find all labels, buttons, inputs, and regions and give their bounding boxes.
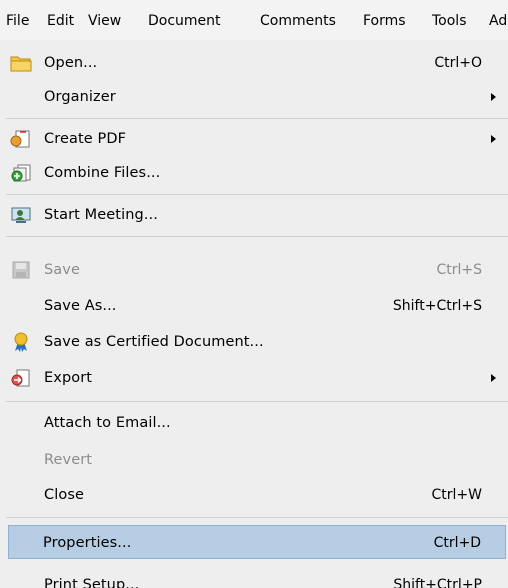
menu-file[interactable]: File [6,11,29,31]
menu-item-create-pdf[interactable]: Create PDF [6,122,508,156]
menu-item-label: Save As... [44,298,117,314]
menu-item-label: Properties... [43,535,132,551]
menu-item-attach-email[interactable]: Attach to Email... [6,406,508,440]
menu-separator [6,401,508,402]
menu-separator [6,194,508,195]
menu-edit[interactable]: Edit [47,11,74,31]
menu-item-close[interactable]: Close Ctrl+W [6,478,508,512]
submenu-arrow-icon [491,374,496,382]
submenu-arrow-icon [491,135,496,143]
menu-item-label: Combine Files... [44,165,161,181]
menu-item-shortcut: Ctrl+W [431,487,482,503]
menu-item-label: Save [44,262,80,278]
menu-item-save-as[interactable]: Save As... Shift+Ctrl+S [6,289,508,323]
menu-item-shortcut: Ctrl+O [434,55,482,71]
create-pdf-icon [10,129,32,149]
menu-item-label: Attach to Email... [44,415,171,431]
menu-item-label: Close [44,487,84,503]
menu-item-label: Organizer [44,89,116,105]
menu-item-open[interactable]: Open... Ctrl+O [6,46,508,80]
menu-item-print-setup[interactable]: Print Setup... Shift+Ctrl+P [6,568,508,588]
menu-item-label: Export [44,370,93,386]
menu-item-shortcut: Shift+Ctrl+S [392,298,482,314]
file-menu-dropdown: Open... Ctrl+O Organizer Create PDF Comb… [0,40,508,588]
save-disk-icon [10,260,32,280]
meeting-icon [10,205,32,225]
menu-item-label: Start Meeting... [44,207,158,223]
menu-item-label: Open... [44,55,98,71]
menu-item-revert[interactable]: Revert [6,443,508,477]
menu-item-organizer[interactable]: Organizer [6,80,508,114]
menu-item-combine-files[interactable]: Combine Files... [6,156,508,190]
menu-item-shortcut: Ctrl+S [436,262,482,278]
menu-item-label: Print Setup... [44,577,140,588]
menu-item-start-meeting[interactable]: Start Meeting... [6,198,508,232]
menu-item-label: Save as Certified Document... [44,334,264,350]
menu-tools[interactable]: Tools [432,11,467,31]
folder-icon [10,53,32,73]
menu-item-shortcut: Shift+Ctrl+P [393,577,482,588]
menu-forms[interactable]: Forms [363,11,406,31]
menu-item-properties[interactable]: Properties... Ctrl+D [8,525,506,559]
export-icon [10,368,32,388]
submenu-arrow-icon [491,93,496,101]
certified-ribbon-icon [10,332,32,352]
menu-document[interactable]: Document [148,11,221,31]
menu-item-shortcut: Ctrl+D [433,535,481,551]
menu-separator [6,236,508,237]
menu-item-export[interactable]: Export [6,361,508,395]
menu-view[interactable]: View [88,11,121,31]
menu-separator [6,118,508,119]
combine-files-icon [10,163,32,183]
menu-bar: File Edit View Document Comments Forms T… [0,0,508,40]
menu-item-save-certified[interactable]: Save as Certified Document... [6,325,508,359]
menu-separator [6,517,508,518]
menu-item-label: Create PDF [44,131,127,147]
menu-item-save[interactable]: Save Ctrl+S [6,253,508,287]
menu-item-label: Revert [44,452,93,468]
menu-advanced[interactable]: Ad [489,11,507,31]
menu-comments[interactable]: Comments [260,11,336,31]
